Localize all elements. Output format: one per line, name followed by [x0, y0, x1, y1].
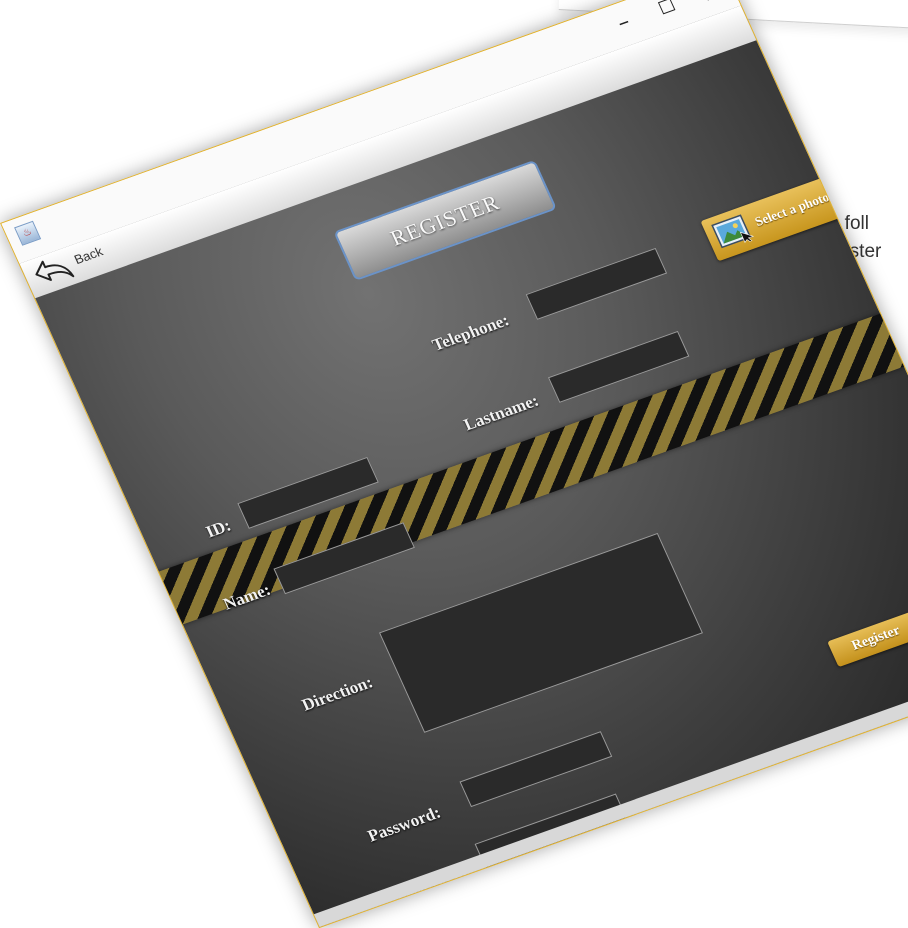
lastname-label: Lastname:: [460, 390, 542, 435]
register-window: ♨ – ☐ × Back REGISTER ID: Name: Telephon…: [0, 0, 908, 928]
password-label: Password:: [364, 802, 444, 846]
back-label: Back: [71, 243, 106, 268]
form-panel: Back REGISTER ID: Name: Telephone: Lastn…: [19, 5, 908, 927]
image-icon: [711, 214, 755, 249]
telephone-input[interactable]: [525, 247, 668, 320]
select-photo-label: Select a photo: [752, 189, 832, 229]
register-submit-button[interactable]: Register: [827, 610, 908, 668]
telephone-label: Telephone:: [429, 310, 512, 355]
direction-textarea[interactable]: [378, 532, 704, 733]
password-input[interactable]: [459, 731, 613, 808]
id-label: ID:: [202, 515, 234, 542]
window-bottom-strip: [313, 656, 908, 927]
direction-label: Direction:: [298, 672, 376, 715]
java-app-icon: ♨: [14, 220, 42, 246]
